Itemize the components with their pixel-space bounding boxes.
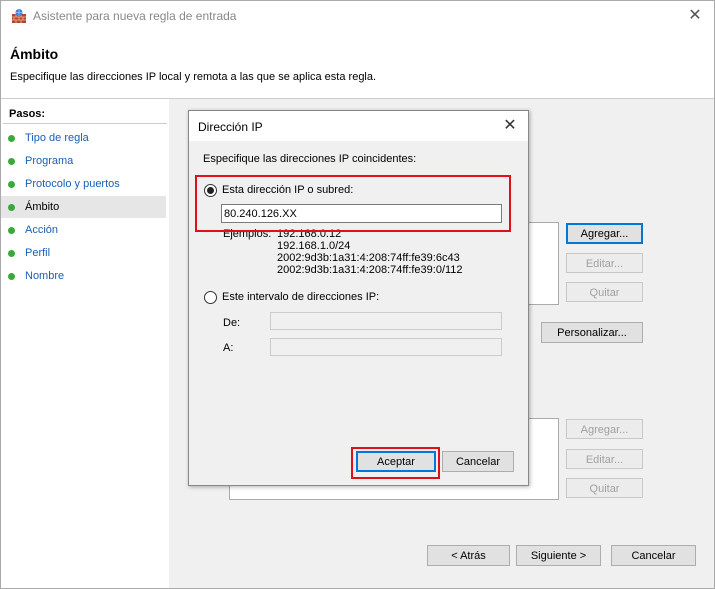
back-button[interactable]: < Atrás — [427, 545, 510, 566]
sidebar-item-label: Nombre — [25, 270, 65, 282]
edit-remote-button[interactable]: Editar... — [566, 449, 643, 469]
page-title: Ámbito — [10, 46, 59, 62]
ip-address-dialog: Dirección IP ✕ Especifique las direccion… — [188, 110, 529, 486]
edit-local-button[interactable]: Editar... — [566, 253, 643, 273]
ip-option-highlight — [195, 175, 511, 232]
step-dot-icon — [8, 204, 15, 211]
to-label: A: — [223, 342, 234, 354]
close-icon[interactable]: ✕ — [684, 5, 706, 27]
step-dot-icon — [8, 181, 15, 188]
cancel-button[interactable]: Cancelar — [611, 545, 696, 566]
example-4: 2002:9d3b:1a31:4:208:74ff:fe39:0/112 — [277, 264, 463, 276]
example-2: 192.168.1.0/24 — [277, 240, 351, 252]
remove-local-button[interactable]: Quitar — [566, 282, 643, 302]
sidebar-item-tipo-de-regla[interactable]: Tipo de regla — [1, 127, 166, 149]
sidebar-item-label: Tipo de regla — [25, 132, 89, 144]
sidebar-item-nombre[interactable]: Nombre — [1, 265, 166, 287]
dialog-title: Dirección IP — [198, 120, 263, 134]
ip-range-label: Este intervalo de direcciones IP: — [222, 291, 380, 303]
from-label: De: — [223, 317, 241, 329]
dialog-close-icon[interactable]: ✕ — [500, 115, 520, 137]
steps-heading: Pasos: — [9, 108, 46, 120]
step-dot-icon — [8, 227, 15, 234]
sidebar-item-protocolo[interactable]: Protocolo y puertos — [1, 173, 166, 195]
example-3: 2002:9d3b:1a31:4:208:74ff:fe39:6c43 — [277, 252, 460, 264]
step-dot-icon — [8, 250, 15, 257]
from-input[interactable] — [270, 312, 502, 330]
steps-sidebar: Pasos: Tipo de regla Programa Protocolo … — [1, 99, 169, 588]
to-input[interactable] — [270, 338, 502, 356]
sidebar-item-accion[interactable]: Acción — [1, 219, 166, 241]
ok-button-highlight — [351, 447, 440, 479]
sidebar-item-label: Ámbito — [25, 201, 60, 213]
firewall-icon — [12, 9, 26, 23]
title-bar: Asistente para nueva regla de entrada ✕ — [1, 1, 714, 31]
sidebar-item-label: Perfil — [25, 247, 51, 259]
add-local-button[interactable]: Agregar... — [566, 223, 643, 244]
remove-remote-button[interactable]: Quitar — [566, 478, 643, 498]
step-dot-icon — [8, 135, 15, 142]
sidebar-item-label: Protocolo y puertos — [25, 178, 120, 190]
dialog-instruction: Especifique las direcciones IP coinciden… — [203, 153, 417, 165]
step-dot-icon — [8, 158, 15, 165]
sidebar-item-label: Acción — [25, 224, 59, 236]
page-description: Especifique las direcciones IP local y r… — [10, 71, 377, 83]
ip-range-radio[interactable] — [204, 291, 217, 304]
customize-button[interactable]: Personalizar... — [541, 322, 643, 343]
add-remote-button[interactable]: Agregar... — [566, 419, 643, 439]
steps-divider — [3, 123, 167, 124]
dialog-title-bar: Dirección IP ✕ — [189, 111, 528, 141]
window-title: Asistente para nueva regla de entrada — [33, 9, 237, 23]
next-button[interactable]: Siguiente > — [516, 545, 601, 566]
step-dot-icon — [8, 273, 15, 280]
sidebar-item-ambito[interactable]: Ámbito — [1, 196, 166, 218]
dialog-cancel-button[interactable]: Cancelar — [442, 451, 514, 472]
sidebar-item-programa[interactable]: Programa — [1, 150, 166, 172]
sidebar-item-perfil[interactable]: Perfil — [1, 242, 166, 264]
sidebar-item-label: Programa — [25, 155, 74, 167]
